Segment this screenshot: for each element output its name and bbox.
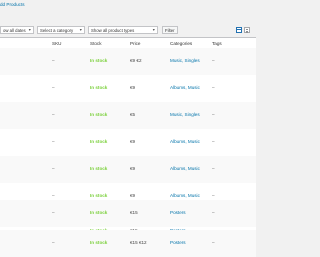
chevron-down-icon: ▼ (27, 28, 32, 33)
sku-cell: – (52, 58, 55, 63)
sku-cell: – (52, 193, 55, 198)
column-header-stock[interactable]: Stock (90, 41, 102, 46)
list-view-icon[interactable] (236, 27, 242, 33)
categories-cell[interactable]: Albums, Music (170, 166, 200, 171)
products-table: SKU Stock Price Categories Tags – In sto… (0, 37, 256, 257)
price-cell: €9 (130, 85, 136, 90)
price-cell: €15 €12 (130, 240, 147, 245)
price-cell: €9 (130, 193, 136, 198)
table-row: – In stock €15 €12 Posters – (0, 230, 256, 257)
tags-cell: – (212, 166, 215, 171)
date-filter-value: ow all dates (3, 28, 26, 33)
table-row: – In stock €5 Music, Singles – (0, 102, 256, 129)
price-cell: €9 (130, 139, 136, 144)
categories-cell[interactable]: Albums, Music (170, 85, 200, 90)
column-header-sku[interactable]: SKU (52, 41, 61, 46)
category-filter-value: Select a category (40, 28, 74, 33)
excerpt-view-icon[interactable] (244, 27, 250, 33)
sku-cell: – (52, 112, 55, 117)
stock-cell: In stock (90, 112, 108, 117)
product-type-filter-value: Show all product types (91, 28, 135, 33)
categories-cell[interactable]: Albums, Music (170, 193, 200, 198)
tags-cell: – (212, 210, 215, 215)
tags-cell: – (212, 139, 215, 144)
categories-cell[interactable]: Music, Singles (170, 112, 200, 117)
stock-cell: In stock (90, 166, 108, 171)
tags-cell: – (212, 240, 215, 245)
filter-button[interactable]: Filter (162, 26, 178, 34)
tags-cell: – (212, 85, 215, 90)
stock-cell: In stock (90, 85, 108, 90)
column-header-categories[interactable]: Categories (170, 41, 192, 46)
sku-cell: – (52, 210, 55, 215)
sku-cell: – (52, 166, 55, 171)
filter-bar: ow all dates ▼ Select a category ▼ Show … (0, 26, 256, 35)
categories-cell[interactable]: Posters (170, 240, 186, 245)
price-cell: €5 (130, 112, 136, 117)
product-type-filter-select[interactable]: Show all product types ▼ (88, 26, 158, 34)
categories-cell[interactable]: Albums, Music (170, 139, 200, 144)
stock-cell: In stock (90, 58, 108, 63)
table-row: – In stock €9 Albums, Music – (0, 75, 256, 102)
tags-cell: – (212, 112, 215, 117)
stock-cell: In stock (90, 240, 108, 245)
column-header-price[interactable]: Price (130, 41, 140, 46)
price-cell: €9 (130, 166, 136, 171)
table-row: – In stock €9 Albums, Music – (0, 156, 256, 183)
stock-cell: In stock (90, 139, 108, 144)
table-row: – In stock €9 €2 Music, Singles – (0, 48, 256, 75)
stock-cell: In stock (90, 210, 108, 215)
chevron-down-icon: ▼ (78, 28, 83, 33)
sku-cell: – (52, 139, 55, 144)
price-cell: €15 (130, 210, 138, 215)
sku-cell: – (52, 85, 55, 90)
chevron-down-icon: ▼ (151, 28, 156, 33)
table-row: – In stock €9 Albums, Music – (0, 129, 256, 156)
categories-cell[interactable]: Music, Singles (170, 58, 200, 63)
add-products-link[interactable]: dd Products (0, 2, 25, 7)
price-cell: €9 €2 (130, 58, 142, 63)
tags-cell: – (212, 58, 215, 63)
categories-cell[interactable]: Posters (170, 210, 186, 215)
column-header-tags[interactable]: Tags (212, 41, 222, 46)
category-filter-select[interactable]: Select a category ▼ (37, 26, 85, 34)
stock-cell: In stock (90, 193, 108, 198)
tags-cell: – (212, 193, 215, 198)
date-filter-select[interactable]: ow all dates ▼ (0, 26, 34, 34)
sku-cell: – (52, 240, 55, 245)
